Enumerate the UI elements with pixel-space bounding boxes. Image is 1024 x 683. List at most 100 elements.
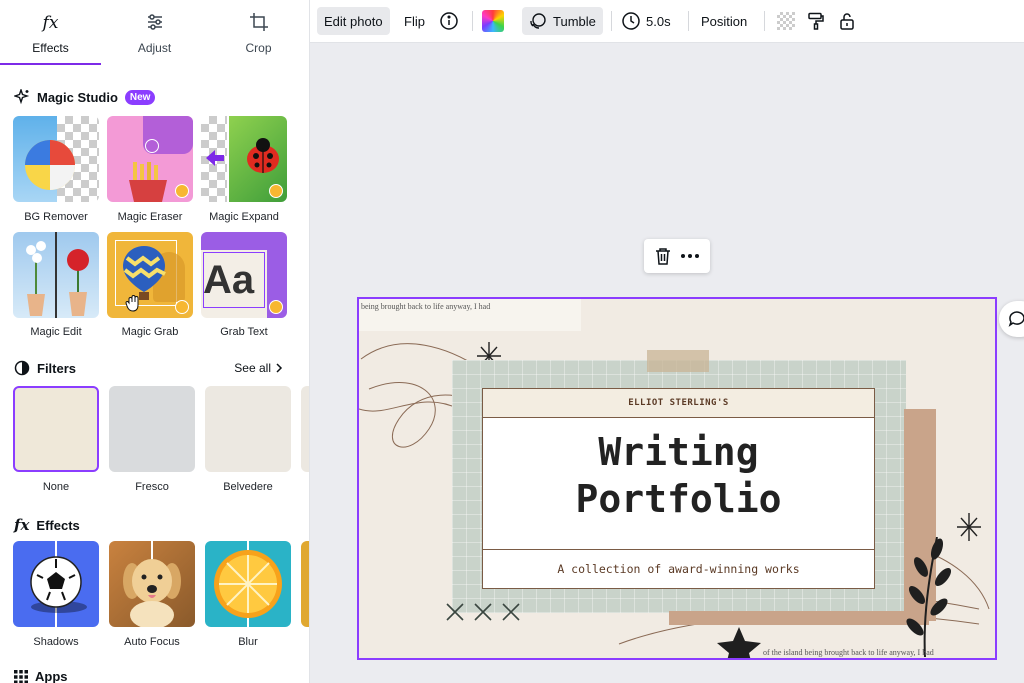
magic-expand-label: Magic Expand	[209, 211, 279, 223]
filter-next-tile[interactable]	[301, 386, 309, 472]
flip-button[interactable]: Flip	[404, 7, 425, 35]
magic-grab-label: Magic Grab	[121, 326, 179, 338]
trash-icon[interactable]	[655, 247, 671, 265]
tab-adjust-label: Adjust	[137, 41, 172, 55]
design-canvas[interactable]: being brought back to life anyway, I had…	[357, 297, 997, 660]
filter-belvedere-label: Belvedere	[223, 481, 273, 493]
more-options-icon[interactable]	[681, 254, 700, 258]
new-badge: New	[124, 89, 156, 105]
blur-effect-tile[interactable]	[205, 541, 291, 627]
fx-icon: fx	[14, 516, 30, 534]
bg-remover-label: BG Remover	[24, 211, 88, 223]
filter-none-tile[interactable]	[13, 386, 99, 472]
auto-focus-effect-tile[interactable]	[109, 541, 195, 627]
toolbar-divider	[611, 11, 612, 31]
panel-tabs: fx Effects Adjust Crop	[0, 0, 309, 65]
duration-button[interactable]: 5.0s	[622, 7, 671, 35]
magic-studio-heading: Magic Studio New	[14, 89, 156, 105]
magic-edit-label: Magic Edit	[30, 326, 82, 338]
info-button[interactable]	[440, 7, 458, 35]
comment-button[interactable]	[999, 301, 1024, 337]
portfolio-title[interactable]: Writing Portfolio	[483, 429, 874, 523]
apps-title: Apps	[35, 669, 68, 683]
info-icon	[440, 12, 458, 30]
flowers-left-icon	[26, 241, 46, 316]
grab-text-label: Grab Text	[220, 326, 268, 338]
rose-icon	[67, 249, 89, 316]
arrow-left-icon	[206, 150, 224, 166]
flip-label: Flip	[404, 13, 425, 29]
tab-effects[interactable]: fx Effects	[0, 0, 101, 65]
grab-text-tile[interactable]: Aa	[201, 232, 287, 318]
washi-tape	[647, 350, 709, 372]
filter-none-label: None	[42, 481, 70, 493]
position-button[interactable]: Position	[701, 7, 747, 35]
filters-see-all[interactable]: See all	[234, 361, 283, 375]
bg-remover-tile[interactable]	[13, 116, 99, 202]
fx-icon: fx	[42, 13, 59, 33]
subtitle-text[interactable]: A collection of award-winning works	[483, 549, 874, 588]
filter-belvedere-tile[interactable]	[205, 386, 291, 472]
edit-photo-button[interactable]: Edit photo	[317, 7, 390, 35]
fries-icon	[129, 162, 167, 202]
duration-label: 5.0s	[646, 13, 671, 29]
blur-label: Blur	[238, 636, 258, 648]
filter-fresco-label: Fresco	[135, 481, 169, 493]
magic-eraser-tile[interactable]	[107, 116, 193, 202]
tab-adjust[interactable]: Adjust	[104, 0, 205, 65]
title-box[interactable]: ELLIOT STERLING'S Writing Portfolio A co…	[482, 388, 875, 589]
sliders-icon	[147, 14, 162, 30]
premium-crown-icon	[175, 300, 189, 314]
ladybug-icon	[247, 138, 279, 173]
filter-fresco-tile[interactable]	[109, 386, 195, 472]
tab-effects-label: Effects	[32, 41, 69, 55]
lock-button[interactable]	[838, 7, 856, 35]
tab-crop[interactable]: Crop	[208, 0, 309, 65]
filters-icon	[14, 360, 30, 376]
magic-grab-tile[interactable]	[107, 232, 193, 318]
magic-expand-tile[interactable]	[201, 116, 287, 202]
color-swatch-icon	[482, 10, 504, 32]
comment-icon	[1008, 311, 1024, 327]
hot-air-balloon-icon	[123, 246, 166, 300]
effects-heading: fx Effects	[14, 514, 80, 536]
dog-icon	[123, 559, 181, 627]
filters-heading: Filters	[14, 360, 76, 376]
torn-text-bottom: of the island being brought back to life…	[763, 648, 934, 657]
grab-hand-icon	[125, 295, 139, 312]
copy-style-button[interactable]	[807, 7, 825, 35]
tab-crop-label: Crop	[245, 41, 272, 55]
position-label: Position	[701, 13, 748, 29]
sparkle-icon	[14, 89, 30, 105]
toolbar-divider	[764, 11, 765, 31]
color-button[interactable]	[482, 7, 504, 35]
transparency-icon	[777, 12, 795, 30]
auto-focus-label: Auto Focus	[124, 636, 180, 648]
side-panel: fx Effects Adjust Crop Magic Studio New …	[0, 0, 310, 683]
effects-title: Effects	[36, 517, 80, 533]
transparency-button[interactable]	[777, 7, 795, 35]
unlock-icon	[840, 13, 854, 30]
toolbar-divider	[688, 11, 689, 31]
crop-icon	[249, 13, 268, 31]
author-text[interactable]: ELLIOT STERLING'S	[483, 389, 874, 418]
premium-crown-icon	[269, 184, 283, 198]
soccer-ball-icon	[30, 556, 82, 608]
tumble-label: Tumble	[553, 13, 596, 29]
filters-title: Filters	[37, 360, 77, 376]
tumble-animation-button[interactable]: Tumble	[522, 7, 603, 35]
edit-photo-label: Edit photo	[324, 13, 383, 29]
title-line-1: Writing	[598, 430, 759, 474]
sparkle-star-icon	[957, 513, 981, 541]
shadows-effect-tile[interactable]	[13, 541, 99, 627]
beach-ball-icon	[25, 140, 75, 190]
black-star-icon	[717, 627, 761, 658]
effect-next-tile[interactable]	[301, 541, 309, 627]
premium-crown-icon	[269, 300, 283, 314]
see-all-label: See all	[234, 361, 271, 375]
leaf-branch-icon	[906, 537, 952, 657]
chevron-right-icon	[276, 363, 283, 373]
magic-eraser-label: Magic Eraser	[117, 211, 183, 223]
magic-edit-tile[interactable]	[13, 232, 99, 318]
kraft-paper-bottom	[669, 611, 929, 625]
